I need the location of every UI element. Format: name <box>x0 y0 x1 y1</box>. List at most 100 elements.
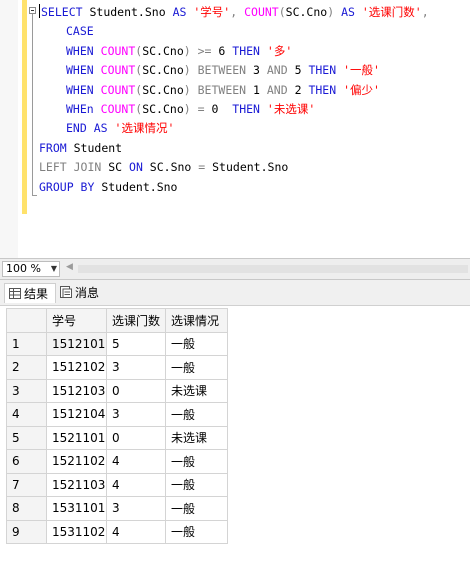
code-token: COUNT <box>100 43 136 58</box>
code-line[interactable]: WHEN COUNT(SC.Cno) BETWEEN 3 AND 5 THEN … <box>39 61 469 80</box>
editor-margin <box>0 0 18 258</box>
cell-sno[interactable]: 1512102 <box>46 355 107 380</box>
row-number[interactable]: 3 <box>6 378 47 403</box>
row-number[interactable]: 7 <box>6 472 47 497</box>
table-row[interactable]: 5 1521101 0 未选课 <box>6 425 228 450</box>
collapse-icon[interactable] <box>29 7 36 14</box>
table-row[interactable]: 4 1512104 3 一般 <box>6 402 228 427</box>
cell-sno[interactable]: 1521103 <box>46 472 107 497</box>
zoom-bar: 100 % ▼ ◀ <box>0 258 470 280</box>
cell-sno[interactable]: 1512104 <box>46 402 107 427</box>
code-line[interactable]: LEFT JOIN SC ON SC.Sno = Student.Sno <box>39 158 469 177</box>
code-token: AND <box>266 82 288 97</box>
code-token: Student.Sno <box>94 179 178 194</box>
cell-sno[interactable]: 1531102 <box>46 519 107 544</box>
cell-course-count[interactable]: 0 <box>106 378 166 403</box>
table-row[interactable]: 8 1531101 3 一般 <box>6 496 228 521</box>
code-line[interactable]: CASE <box>39 22 469 41</box>
cell-course-count[interactable]: 4 <box>106 449 166 474</box>
zoom-select[interactable]: 100 % ▼ <box>2 261 60 277</box>
cell-sno[interactable]: 1512101 <box>46 331 107 356</box>
table-row[interactable]: 9 1531102 4 一般 <box>6 519 228 544</box>
code-line[interactable]: GROUP BY Student.Sno <box>39 178 469 197</box>
column-header-sno[interactable]: 学号 <box>46 308 107 333</box>
column-header-course-count[interactable]: 选课门数 <box>106 308 166 333</box>
cell-status[interactable]: 一般 <box>165 472 228 497</box>
cell-status[interactable]: 一般 <box>165 449 228 474</box>
row-number[interactable]: 6 <box>6 449 47 474</box>
code-token: ) <box>183 82 191 97</box>
code-line[interactable]: SELECT Student.Sno AS '学号', COUNT(SC.Cno… <box>39 3 469 22</box>
row-number[interactable]: 9 <box>6 519 47 544</box>
code-token: GROUP BY <box>39 179 95 194</box>
table-row[interactable]: 6 1521102 4 一般 <box>6 449 228 474</box>
sql-editor[interactable]: SELECT Student.Sno AS '学号', COUNT(SC.Cno… <box>0 0 470 258</box>
cell-course-count[interactable]: 4 <box>106 519 166 544</box>
cell-course-count[interactable]: 0 <box>106 425 166 450</box>
chevron-down-icon[interactable]: ▼ <box>51 262 57 276</box>
code-line[interactable]: WHEn COUNT(SC.Cno) = 0 THEN '未选课' <box>39 100 469 119</box>
cell-status[interactable]: 一般 <box>165 355 228 380</box>
cell-course-count[interactable]: 3 <box>106 402 166 427</box>
row-header-corner[interactable] <box>6 308 47 333</box>
code-line[interactable]: END AS '选课情况' <box>39 119 469 138</box>
table-row[interactable]: 3 1512103 0 未选课 <box>6 378 228 403</box>
code-token: AND <box>266 63 288 78</box>
code-token: = <box>197 101 205 116</box>
cell-sno[interactable]: 1531101 <box>46 496 107 521</box>
code-token: THEN <box>232 101 260 116</box>
cell-sno[interactable]: 1521101 <box>46 425 107 450</box>
code-token: '多' <box>266 43 293 58</box>
zoom-value: 100 % <box>6 262 41 275</box>
sql-code[interactable]: SELECT Student.Sno AS '学号', COUNT(SC.Cno… <box>39 3 469 197</box>
cell-sno[interactable]: 1521102 <box>46 449 107 474</box>
code-token: 6 <box>211 43 233 58</box>
code-token: AS <box>172 5 187 19</box>
row-number[interactable]: 5 <box>6 425 47 450</box>
code-token: 1 <box>246 82 267 97</box>
code-token: THEN <box>232 43 260 58</box>
cell-status[interactable]: 一般 <box>165 402 228 427</box>
cell-status[interactable]: 一般 <box>165 331 228 356</box>
tab-messages[interactable]: 消息 <box>58 283 108 303</box>
cell-status[interactable]: 未选课 <box>165 425 228 450</box>
code-line[interactable]: WHEN COUNT(SC.Cno) >= 6 THEN '多' <box>39 42 469 61</box>
cell-status[interactable]: 一般 <box>165 519 228 544</box>
table-row[interactable]: 2 1512102 3 一般 <box>6 355 228 380</box>
cell-course-count[interactable]: 3 <box>106 355 166 380</box>
cell-sno[interactable]: 1512103 <box>46 378 107 403</box>
cell-status[interactable]: 未选课 <box>165 378 228 403</box>
cell-course-count[interactable]: 5 <box>106 331 166 356</box>
table-row[interactable]: 1 1512101 5 一般 <box>6 331 228 356</box>
cell-course-count[interactable]: 3 <box>106 496 166 521</box>
row-number[interactable]: 1 <box>6 331 47 356</box>
table-row[interactable]: 7 1521103 4 一般 <box>6 472 228 497</box>
code-line[interactable]: FROM Student <box>39 139 469 158</box>
horizontal-scrollbar[interactable] <box>78 265 468 273</box>
code-token: WHEN <box>66 63 94 78</box>
row-number[interactable]: 2 <box>6 355 47 380</box>
column-header-status[interactable]: 选课情况 <box>165 308 228 333</box>
grid-icon <box>9 285 21 305</box>
cell-status[interactable]: 一般 <box>165 496 228 521</box>
cell-course-count[interactable]: 4 <box>106 472 166 497</box>
code-line[interactable]: WHEN COUNT(SC.Cno) BETWEEN 1 AND 2 THEN … <box>39 81 469 100</box>
scroll-left-icon[interactable]: ◀ <box>66 262 73 272</box>
code-token: 5 <box>287 63 309 78</box>
tab-results[interactable]: 结果 <box>4 283 56 303</box>
code-token: ON <box>129 160 143 175</box>
outline-guide <box>32 14 33 195</box>
row-number[interactable]: 4 <box>6 402 47 427</box>
code-token: AS <box>93 121 108 136</box>
row-number[interactable]: 8 <box>6 496 47 521</box>
code-token: THEN <box>308 63 337 78</box>
code-token: COUNT <box>100 63 136 78</box>
